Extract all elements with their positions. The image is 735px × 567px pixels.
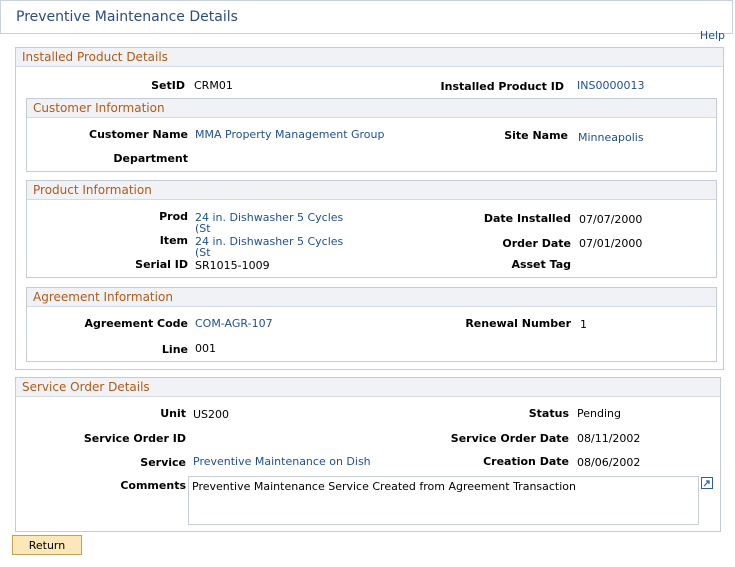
setid-value: CRM01 (194, 79, 233, 92)
line-label: Line (161, 343, 188, 356)
installed-product-title: Installed Product Details (22, 50, 168, 64)
customer-header: Customer Information (27, 99, 716, 118)
item-link-line1[interactable]: 24 in. Dishwasher 5 Cycles (195, 235, 343, 248)
department-label: Department (113, 152, 188, 165)
status-value: Pending (577, 407, 621, 420)
product-section: Product Information (26, 180, 717, 278)
prod-link-line2[interactable]: (St (195, 222, 211, 235)
customer-name-link[interactable]: MMA Property Management Group (195, 128, 385, 141)
return-button[interactable]: Return (12, 535, 82, 555)
help-link[interactable]: Help (700, 29, 725, 42)
service-order-date-label: Service Order Date (450, 432, 569, 445)
customer-title: Customer Information (33, 101, 165, 115)
status-label: Status (528, 407, 569, 420)
installed-product-header: Installed Product Details (16, 48, 723, 67)
renewal-number-value: 1 (580, 318, 587, 331)
date-installed-value: 07/07/2000 (579, 213, 643, 226)
unit-label: Unit (160, 407, 186, 420)
page-title: Preventive Maintenance Details (16, 9, 238, 25)
prod-link-line1[interactable]: 24 in. Dishwasher 5 Cycles (195, 211, 343, 224)
site-name-label: Site Name (504, 129, 568, 142)
comments-label: Comments (120, 479, 186, 492)
prod-label: Prod (159, 210, 188, 223)
customer-name-label: Customer Name (89, 128, 188, 141)
asset-tag-label: Asset Tag (511, 258, 571, 271)
service-label: Service (140, 456, 186, 469)
agreement-code-link[interactable]: COM-AGR-107 (195, 317, 273, 330)
setid-label: SetID (151, 79, 185, 92)
unit-value: US200 (193, 408, 230, 421)
date-installed-label: Date Installed (483, 212, 571, 225)
item-link-line2[interactable]: (St (195, 246, 211, 259)
serial-id-label: Serial ID (135, 258, 188, 271)
renewal-number-label: Renewal Number (465, 317, 571, 330)
service-order-title: Service Order Details (22, 380, 150, 394)
product-title: Product Information (33, 183, 152, 197)
agreement-code-label: Agreement Code (84, 317, 188, 330)
order-date-label: Order Date (502, 237, 571, 250)
site-name-link[interactable]: Minneapolis (578, 131, 644, 144)
installed-product-id-label: Installed Product ID (440, 80, 564, 93)
service-link[interactable]: Preventive Maintenance on Dish (193, 455, 371, 468)
agreement-header: Agreement Information (27, 288, 716, 307)
installed-product-id-link[interactable]: INS0000013 (577, 79, 644, 92)
comments-text: Preventive Maintenance Service Created f… (192, 480, 577, 493)
item-label: Item (159, 234, 188, 247)
comments-field[interactable]: Preventive Maintenance Service Created f… (188, 476, 699, 525)
service-order-id-label: Service Order ID (83, 432, 186, 445)
service-order-header: Service Order Details (16, 378, 720, 397)
creation-date-value: 08/06/2002 (577, 456, 641, 469)
line-value: 001 (195, 342, 216, 355)
serial-id-value: SR1015-1009 (195, 259, 270, 272)
product-header: Product Information (27, 181, 716, 200)
service-order-date-value: 08/11/2002 (577, 432, 641, 445)
agreement-title: Agreement Information (33, 290, 173, 304)
order-date-value: 07/01/2000 (579, 237, 643, 250)
expand-comments-icon[interactable] (701, 477, 713, 489)
creation-date-label: Creation Date (483, 455, 569, 468)
